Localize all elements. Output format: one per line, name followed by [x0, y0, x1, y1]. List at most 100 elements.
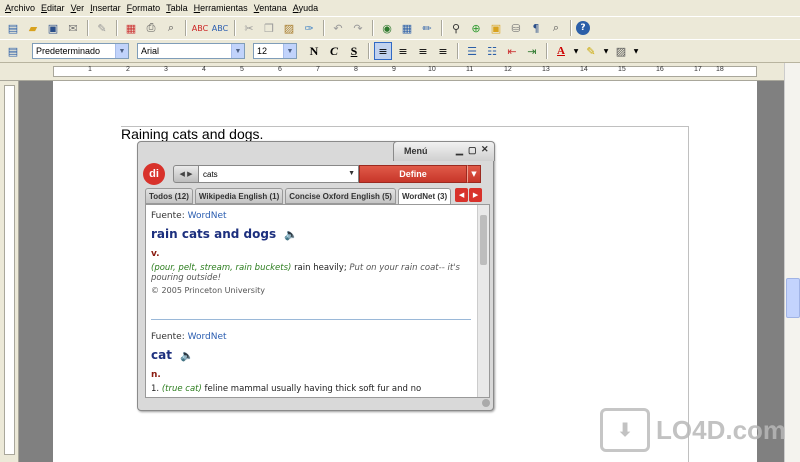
italic-button[interactable]: C — [325, 42, 343, 60]
edit-file-icon[interactable]: ✎ — [93, 19, 111, 37]
chevron-down-icon[interactable]: ▼ — [348, 170, 355, 177]
horizontal-ruler[interactable]: 1 2 3 4 5 6 7 8 9 10 11 12 13 14 15 16 1… — [0, 63, 800, 81]
help-icon[interactable]: ? — [576, 21, 590, 35]
ruler-label: 2 — [126, 66, 130, 73]
save-icon[interactable]: ▣ — [44, 19, 62, 37]
menu-tabla[interactable]: Tabla — [163, 3, 191, 13]
chevron-down-icon[interactable]: ▼ — [572, 42, 580, 60]
copyright: © 2005 Princeton University — [151, 286, 266, 295]
chevron-down-icon[interactable]: ▼ — [632, 42, 640, 60]
open-folder-icon[interactable]: ▰ — [24, 19, 42, 37]
navigator-icon[interactable]: ⊕ — [467, 19, 485, 37]
clone-format-icon[interactable]: ✑ — [300, 19, 318, 37]
tab-wordnet[interactable]: WordNet (3) — [397, 188, 452, 205]
ruler-track — [4, 85, 15, 455]
popup-scrollbar[interactable] — [477, 205, 489, 397]
email-icon[interactable]: ✉ — [64, 19, 82, 37]
tab-wikipedia[interactable]: Wikipedia English (1) — [194, 188, 284, 204]
formatting-toolbar: ▤ Predeterminado ▼ Arial ▼ 12 ▼ N C S ≡ … — [0, 39, 800, 63]
align-right-icon[interactable]: ≡ — [414, 42, 432, 60]
spellcheck-icon[interactable]: ABC — [191, 19, 209, 37]
table-icon[interactable]: ▦ — [398, 19, 416, 37]
scrollbar-thumb[interactable] — [786, 278, 800, 318]
dictionary-popup[interactable]: Menú ▁ ▢ ✕ di ◀ ▶ cats ▼ Define ▼ Todos … — [137, 141, 495, 411]
menu-ventana[interactable]: Ventana — [251, 3, 290, 13]
autospellcheck-icon[interactable]: ABC — [211, 19, 229, 37]
speaker-icon[interactable]: 🔈 — [284, 228, 298, 241]
search-input[interactable]: cats ▼ — [199, 165, 359, 183]
copy-icon[interactable]: ❐ — [260, 19, 278, 37]
popup-menu-label[interactable]: Menú — [404, 146, 428, 156]
popup-scrollbar-thumb[interactable] — [480, 215, 487, 265]
headword: rain cats and dogs 🔈 — [151, 227, 473, 241]
decrease-indent-icon[interactable]: ⇤ — [503, 42, 521, 60]
menu-editar[interactable]: Editar — [38, 3, 68, 13]
vertical-ruler[interactable] — [0, 81, 19, 462]
numbering-icon[interactable]: ☰ — [463, 42, 481, 60]
definition-body: rain heavily; — [294, 263, 347, 273]
font-color-icon[interactable]: A — [552, 42, 570, 60]
justify-icon[interactable]: ≡ — [434, 42, 452, 60]
define-button[interactable]: Define — [359, 165, 467, 183]
headword: cat 🔈 — [151, 348, 473, 362]
ruler-label: 4 — [202, 66, 206, 73]
arrow-right-icon[interactable]: ▶ — [469, 188, 483, 202]
document-text[interactable]: Raining cats and dogs. — [121, 126, 263, 142]
undo-icon[interactable]: ↶ — [329, 19, 347, 37]
menu-archivo[interactable]: Archivo — [2, 3, 38, 13]
hyperlink-icon[interactable]: ◉ — [378, 19, 396, 37]
bullets-icon[interactable]: ☷ — [483, 42, 501, 60]
align-left-icon[interactable]: ≡ — [374, 42, 392, 60]
resize-handle[interactable] — [482, 399, 490, 407]
close-icon[interactable]: ✕ — [481, 144, 489, 155]
menu-ver[interactable]: Ver — [68, 3, 88, 13]
maximize-icon[interactable]: ▢ — [468, 145, 477, 156]
bold-button[interactable]: N — [305, 42, 323, 60]
menu-herramientas[interactable]: Herramientas — [191, 3, 251, 13]
toolbar-separator — [323, 20, 324, 36]
tab-todos[interactable]: Todos (12) — [145, 188, 193, 204]
print-preview-icon[interactable]: ⌕ — [162, 19, 180, 37]
chevron-down-icon[interactable]: ▼ — [602, 42, 610, 60]
menu-formato[interactable]: Formato — [124, 3, 164, 13]
gallery-icon[interactable]: ▣ — [487, 19, 505, 37]
history-nav-buttons[interactable]: ◀ ▶ — [173, 165, 199, 183]
highlighting-icon[interactable]: ✎ — [582, 42, 600, 60]
align-center-icon[interactable]: ≡ — [394, 42, 412, 60]
styles-formatting-icon[interactable]: ▤ — [4, 42, 22, 60]
cut-icon[interactable]: ✂ — [240, 19, 258, 37]
font-size-select[interactable]: 12 ▼ — [253, 43, 297, 59]
tab-scroll-arrows: ◀ ▶ — [455, 188, 483, 204]
arrow-left-icon[interactable]: ◀ — [455, 188, 469, 202]
new-document-icon[interactable]: ▤ — [4, 19, 22, 37]
chevron-down-icon[interactable]: ▼ — [283, 44, 296, 58]
chevron-down-icon[interactable]: ▼ — [115, 44, 128, 58]
menu-insertar[interactable]: Insertar — [87, 3, 124, 13]
underline-button[interactable]: S — [345, 42, 363, 60]
minimize-icon[interactable]: ▁ — [456, 145, 463, 156]
tab-oxford[interactable]: Concise Oxford English (5) — [285, 188, 396, 204]
zoom-icon[interactable]: ⌕ — [547, 19, 565, 37]
definition-content[interactable]: Fuente: WordNet rain cats and dogs 🔈 v. … — [145, 204, 490, 398]
export-pdf-icon[interactable]: ▦ — [122, 19, 140, 37]
background-color-icon[interactable]: ▨ — [612, 42, 630, 60]
data-sources-icon[interactable]: ⛁ — [507, 19, 525, 37]
increase-indent-icon[interactable]: ⇥ — [523, 42, 541, 60]
nonprinting-chars-icon[interactable]: ¶ — [527, 19, 545, 37]
draw-functions-icon[interactable]: ✏ — [418, 19, 436, 37]
font-name-select[interactable]: Arial ▼ — [137, 43, 245, 59]
print-icon[interactable]: ⎙ — [142, 19, 160, 37]
menu-ayuda[interactable]: Ayuda — [290, 3, 321, 13]
redo-icon[interactable]: ↷ — [349, 19, 367, 37]
watermark-logo-icon: ⬇ — [600, 408, 650, 452]
vertical-scrollbar[interactable] — [784, 63, 800, 462]
chevron-down-icon[interactable]: ▼ — [231, 44, 244, 58]
source-link[interactable]: WordNet — [188, 211, 227, 221]
source-link[interactable]: WordNet — [188, 332, 227, 342]
speaker-icon[interactable]: 🔈 — [180, 349, 194, 362]
chevron-down-icon[interactable]: ▼ — [467, 165, 481, 183]
find-replace-icon[interactable]: ⚲ — [447, 19, 465, 37]
toolbar-separator — [546, 43, 547, 59]
paste-icon[interactable]: ▨ — [280, 19, 298, 37]
paragraph-style-select[interactable]: Predeterminado ▼ — [32, 43, 129, 59]
